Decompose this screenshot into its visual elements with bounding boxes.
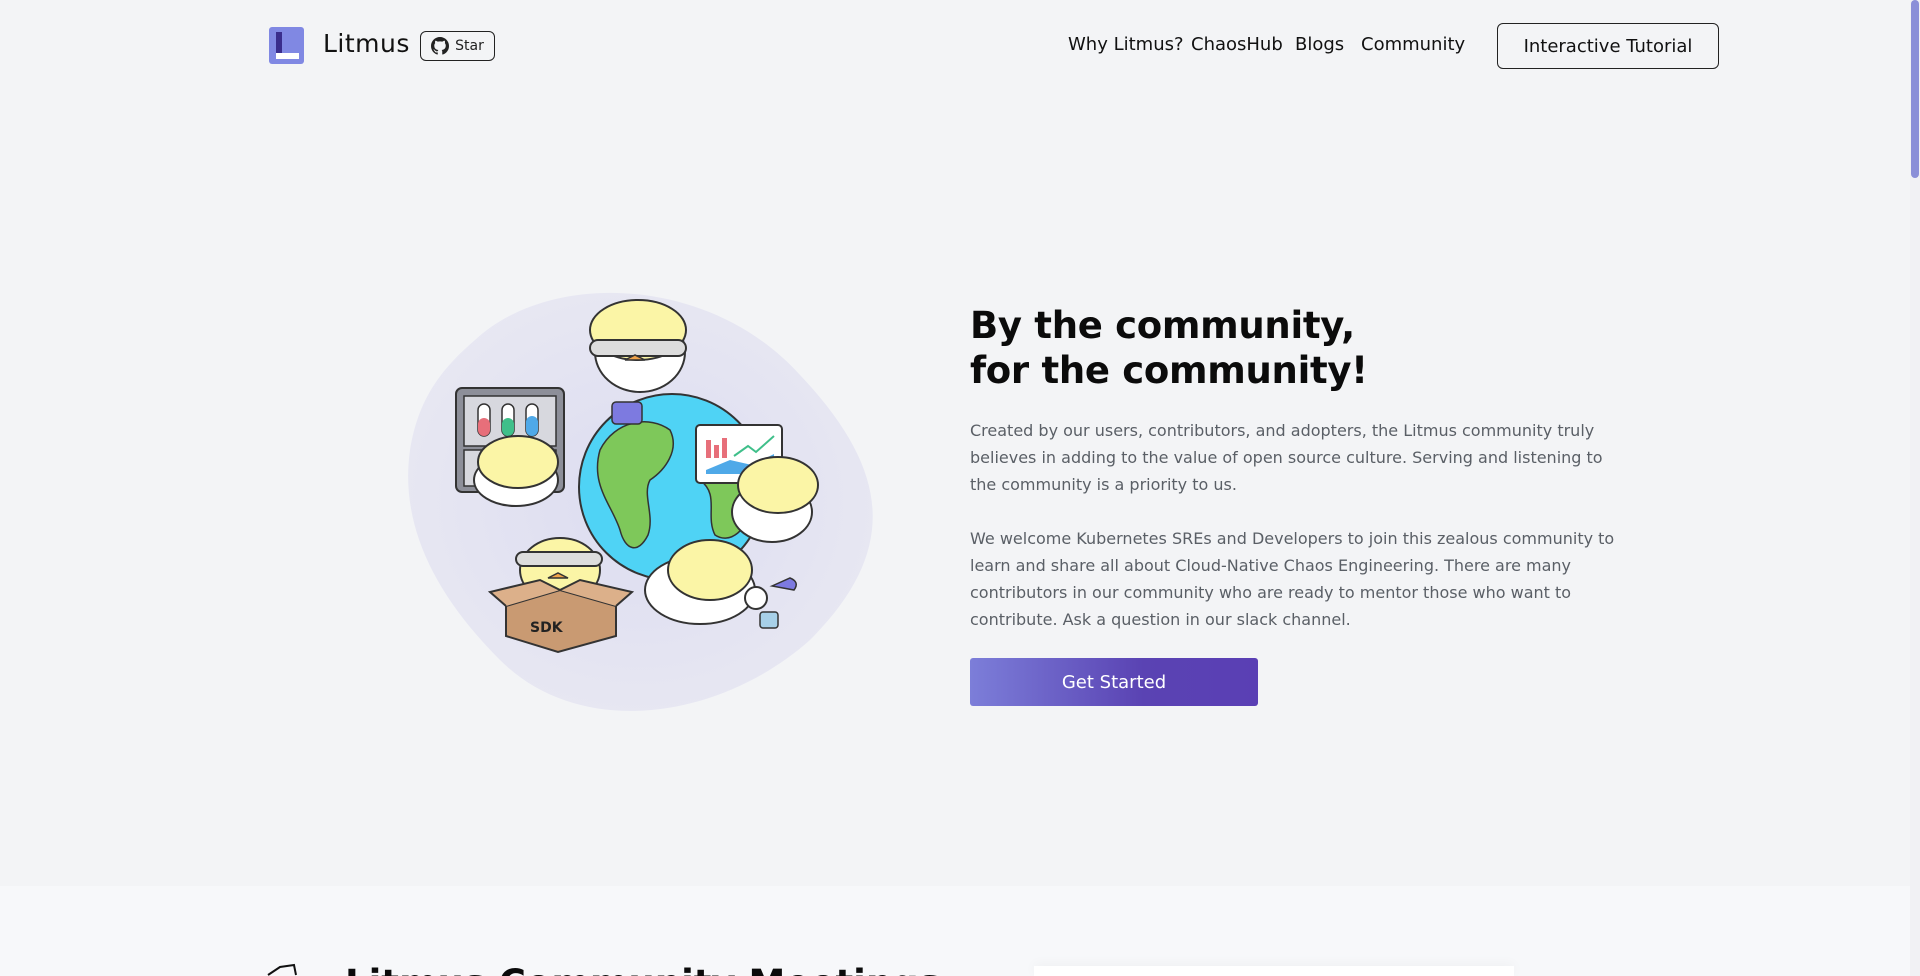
hero-title-line-2: for the community! bbox=[970, 349, 1368, 392]
star-label: Star bbox=[455, 38, 484, 54]
community-illustration: SDK bbox=[408, 292, 873, 711]
scrollbar-thumb[interactable] bbox=[1911, 0, 1919, 178]
hero-paragraph-2: We welcome Kubernetes SREs and Developer… bbox=[970, 529, 1615, 629]
sdk-label: SDK bbox=[530, 620, 564, 636]
page-scrollbar[interactable] bbox=[1910, 0, 1920, 976]
megaphone-icon bbox=[267, 963, 297, 976]
character-left bbox=[473, 435, 559, 507]
page: Litmus Star Why Litmus? ChaosHub Blogs C… bbox=[0, 0, 1920, 976]
nav-blogs[interactable]: Blogs bbox=[1295, 34, 1344, 55]
interactive-tutorial-button[interactable]: Interactive Tutorial bbox=[1497, 23, 1719, 69]
brand-name[interactable]: Litmus bbox=[323, 29, 410, 58]
community-meetings-title: Litmus Community Meetings bbox=[345, 962, 941, 976]
character-right bbox=[731, 456, 819, 543]
github-icon bbox=[431, 37, 450, 55]
nav-chaoshub[interactable]: ChaosHub bbox=[1191, 34, 1283, 55]
meetings-card bbox=[1034, 966, 1514, 976]
site-header: Litmus Star Why Litmus? ChaosHub Blogs C… bbox=[0, 0, 1910, 92]
litmus-logo-icon[interactable] bbox=[269, 27, 304, 64]
hero-title-line-1: By the community, bbox=[970, 304, 1355, 347]
hero-title: By the community, for the community! bbox=[970, 303, 1368, 393]
nav-community[interactable]: Community bbox=[1361, 34, 1465, 55]
github-star-button[interactable]: Star bbox=[420, 31, 495, 61]
hero-paragraph-1: Created by our users, contributors, and … bbox=[970, 421, 1603, 494]
nav-why-litmus[interactable]: Why Litmus? bbox=[1068, 34, 1184, 55]
get-started-button[interactable]: Get Started bbox=[970, 658, 1258, 706]
